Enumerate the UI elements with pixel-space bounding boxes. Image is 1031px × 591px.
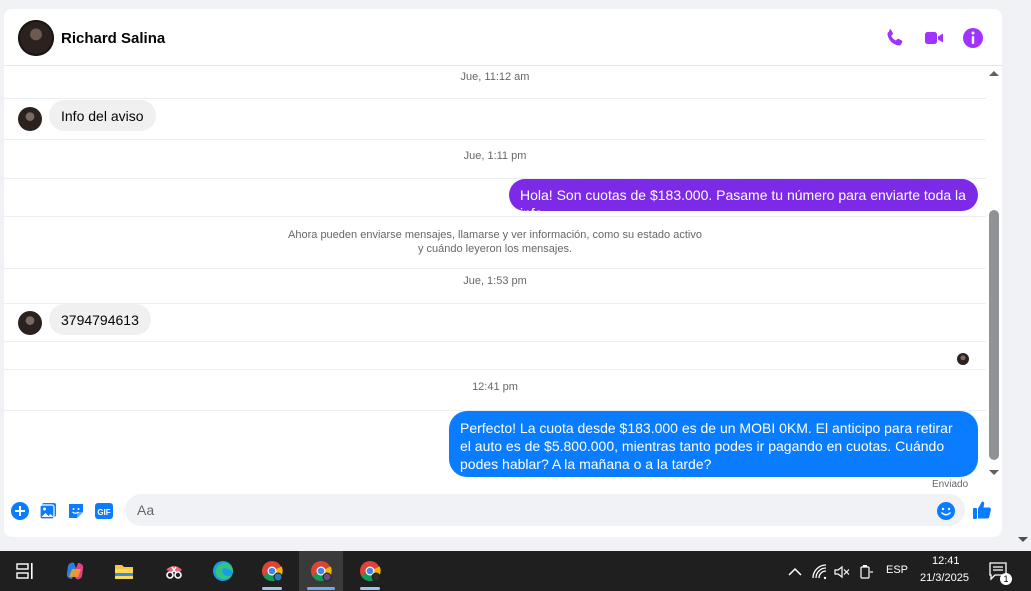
divider <box>4 98 986 99</box>
taskbar-app-file-explorer[interactable] <box>102 551 146 591</box>
divider <box>4 268 986 269</box>
divider <box>4 216 986 217</box>
chat-window: Richard Salina Jue, 11:12 am Info del av… <box>4 9 1002 537</box>
speaker-muted-icon[interactable] <box>833 563 851 581</box>
wifi-icon[interactable] <box>811 563 829 581</box>
contact-name[interactable]: Richard Salina <box>61 30 165 47</box>
timestamp: Jue, 11:12 am <box>460 71 530 83</box>
outgoing-message[interactable]: Hola! Son cuotas de $183.000. Pasame tu … <box>509 179 978 221</box>
taskbar-app-edge[interactable] <box>201 551 245 591</box>
chrome-icon <box>311 561 332 582</box>
plus-icon[interactable] <box>10 501 30 521</box>
timestamp: 12:41 pm <box>472 381 518 393</box>
app-indicator <box>307 587 335 590</box>
page-scroll-down-arrow[interactable] <box>1018 537 1028 542</box>
clock-time[interactable]: 12:41 <box>932 555 960 567</box>
incoming-message[interactable]: Info del aviso <box>49 100 156 131</box>
taskbar-app-copilot[interactable] <box>53 551 97 591</box>
contact-avatar-small[interactable] <box>18 311 42 335</box>
message-input[interactable] <box>125 494 965 526</box>
composer-bar: GIF <box>4 487 1002 537</box>
scroll-up-arrow[interactable] <box>989 71 999 76</box>
taskbar-app-snipping-tool[interactable] <box>152 551 196 591</box>
chevron-up-icon[interactable] <box>786 563 804 581</box>
taskbar-app-chrome-profile-2[interactable] <box>299 551 343 591</box>
app-indicator <box>262 587 282 590</box>
divider <box>4 341 986 342</box>
timestamp: Jue, 1:11 pm <box>463 150 527 162</box>
info-icon[interactable] <box>961 26 985 50</box>
taskbar-app-chrome-profile-1[interactable] <box>250 551 294 591</box>
edge-icon <box>213 561 234 581</box>
gif-icon[interactable]: GIF <box>94 501 114 521</box>
copilot-icon <box>66 562 84 580</box>
scroll-thumb[interactable] <box>989 210 999 460</box>
battery-plug-icon[interactable] <box>857 563 875 581</box>
sticker-icon[interactable] <box>66 501 86 521</box>
divider <box>4 369 986 370</box>
divider <box>4 139 986 140</box>
message-list[interactable]: Jue, 11:12 am Info del aviso Jue, 1:11 p… <box>4 67 986 479</box>
system-notice-line: Ahora pueden enviarse mensajes, llamarse… <box>288 229 702 241</box>
chat-header: Richard Salina <box>4 9 1002 66</box>
system-notice-line: y cuándo leyeron los mensajes. <box>417 243 573 255</box>
image-icon[interactable] <box>38 501 58 521</box>
snipping-tool-icon <box>166 566 182 579</box>
timestamp: Jue, 1:53 pm <box>463 275 527 287</box>
taskbar-app-chrome-profile-3[interactable] <box>348 551 392 591</box>
contact-avatar[interactable] <box>18 20 54 56</box>
seen-indicator-avatar <box>957 353 969 365</box>
folder-icon <box>115 565 133 579</box>
outgoing-message[interactable]: Perfecto! La cuota desde $183.000 es de … <box>449 411 978 477</box>
windows-taskbar: ESP 12:41 21/3/2025 1 <box>0 551 1031 591</box>
contact-avatar-small[interactable] <box>18 107 42 131</box>
chrome-icon <box>262 561 283 582</box>
app-indicator <box>360 587 380 590</box>
phone-icon[interactable] <box>883 26 907 50</box>
chrome-icon <box>360 561 381 582</box>
video-icon[interactable] <box>922 26 946 50</box>
thumbs-up-icon[interactable] <box>971 499 993 521</box>
incoming-message[interactable]: 3794794613 <box>49 304 151 335</box>
language-indicator[interactable]: ESP <box>886 564 908 576</box>
notification-count-badge: 1 <box>1000 573 1012 585</box>
divider <box>4 303 986 304</box>
svg-text:GIF: GIF <box>97 508 110 517</box>
emoji-icon[interactable] <box>936 501 956 521</box>
scroll-down-arrow[interactable] <box>989 470 999 475</box>
task-view-icon[interactable] <box>16 562 34 580</box>
clock-date[interactable]: 21/3/2025 <box>920 572 969 584</box>
